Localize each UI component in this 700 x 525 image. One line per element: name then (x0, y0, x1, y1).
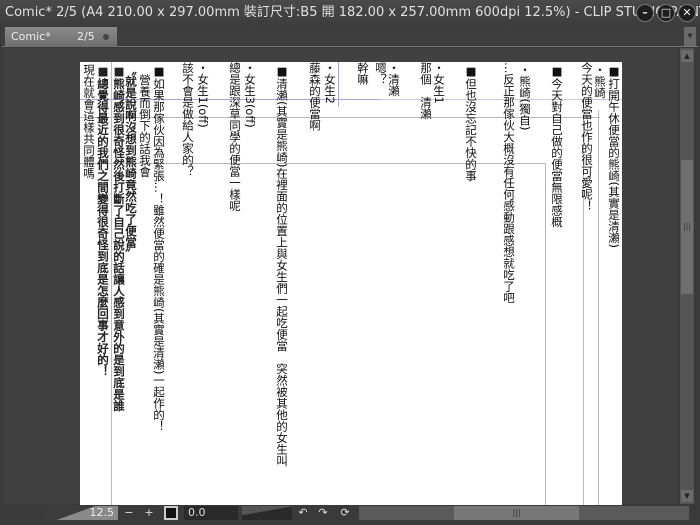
script-column: ・清瀨 (387, 62, 401, 97)
tab-page: 2/5 (77, 30, 95, 43)
frame-line (545, 163, 546, 505)
script-column: ・女生1(off) (196, 62, 210, 128)
script-column: 那個 清瀨 (419, 62, 433, 120)
zoom-out-icon[interactable]: − (122, 506, 136, 520)
reset-rotation-icon[interactable]: ⟳ (338, 506, 352, 520)
script-column: 藤森的便當啊 (308, 62, 322, 131)
fit-page-icon[interactable] (164, 506, 178, 520)
horizontal-scrollbar[interactable]: ||| (359, 506, 689, 520)
script-column: ■如果那傢伙因為緊張…！雖然便當的確是熊崎(其實是清瀨)一起作的！ (152, 64, 166, 432)
frame-line (598, 110, 599, 505)
close-button[interactable]: ✕ (678, 4, 696, 22)
tab-label: Comic* (11, 30, 51, 43)
script-column: ■今天對自己做的便當無限感概 (550, 64, 564, 228)
script-column: ・女生2 (323, 62, 337, 104)
script-column: 嗯？ (374, 62, 388, 85)
title-bar: Comic* 2/5 (A4 210.00 x 297.00mm 裝訂尺寸:B5… (0, 0, 700, 26)
vertical-scrollbar[interactable]: ▲ ||| ▼ (680, 48, 694, 504)
status-bar: 12.5 − + 0.0 ↶ ↷ ⟳ ||| (4, 505, 696, 521)
script-column: ・女生1 (432, 62, 446, 104)
tab-menu-button[interactable]: ▼ (684, 27, 696, 46)
script-column: …反正那傢伙大概沒有任何感動跟感想就吃了吧 (502, 62, 516, 304)
rotation-slider[interactable] (242, 506, 292, 520)
script-column: 營養而倒下的話我會 (138, 74, 152, 178)
minimize-button[interactable]: – (636, 4, 654, 22)
maximize-button[interactable]: □ (657, 4, 675, 22)
rotate-left-icon[interactable]: ↶ (296, 506, 310, 520)
scroll-down-button[interactable]: ▼ (681, 490, 693, 502)
tab-comic[interactable]: Comic* 2/5 (5, 27, 117, 47)
script-column: ■打開午休便當的熊崎(其實是清瀨) (607, 64, 621, 248)
close-tab-icon[interactable] (103, 34, 109, 40)
script-column: 該不會是做給人家的？ (181, 62, 195, 177)
script-column: ・女生3(off) (243, 62, 257, 128)
script-column: ■清瀨(其實是熊崎)在裡面的位置上與女生們一起吃便當 突然被其他的女生叫 (275, 64, 289, 467)
script-column: ■總覺得最近的我們之間變得很奇怪到底是怎麼回事才好的！ (96, 64, 110, 377)
script-column: ■但也沒忘記不快的事 (464, 64, 478, 182)
script-column: 幹嘛 (356, 62, 370, 85)
script-column: ■熊崎感到很奇怪然後打斷了自己說的話讓人感到意外的是到底是誰 (112, 64, 126, 412)
window-title: Comic* 2/5 (A4 210.00 x 297.00mm 裝訂尺寸:B5… (5, 5, 700, 20)
script-column: ・熊崎 (593, 64, 607, 99)
rotation-angle-field[interactable]: 0.0 (184, 506, 238, 520)
scroll-up-button[interactable]: ▲ (681, 50, 693, 62)
script-column: 現在就會這樣共同體嗎 (82, 64, 96, 179)
script-column: ・熊崎(獨自) (518, 64, 532, 131)
script-column: 今天的便當也作的很可愛呢！ (580, 62, 594, 212)
zoom-in-icon[interactable]: + (142, 506, 156, 520)
horizontal-scroll-thumb[interactable]: ||| (454, 506, 579, 520)
zoom-level-field[interactable]: 12.5 (44, 506, 118, 520)
tab-bar: Comic* 2/5 ▼ (2, 26, 698, 47)
script-column: 總是跟深草同學的便當一樣呢 (228, 62, 242, 212)
rotate-right-icon[interactable]: ↷ (316, 506, 330, 520)
vertical-scroll-thumb[interactable]: ||| (681, 160, 693, 294)
manga-page[interactable]: ■打開午休便當的熊崎(其實是清瀨) ・熊崎 今天的便當也作的很可愛呢！ ■今天對… (80, 62, 622, 505)
guide-line (338, 62, 339, 107)
